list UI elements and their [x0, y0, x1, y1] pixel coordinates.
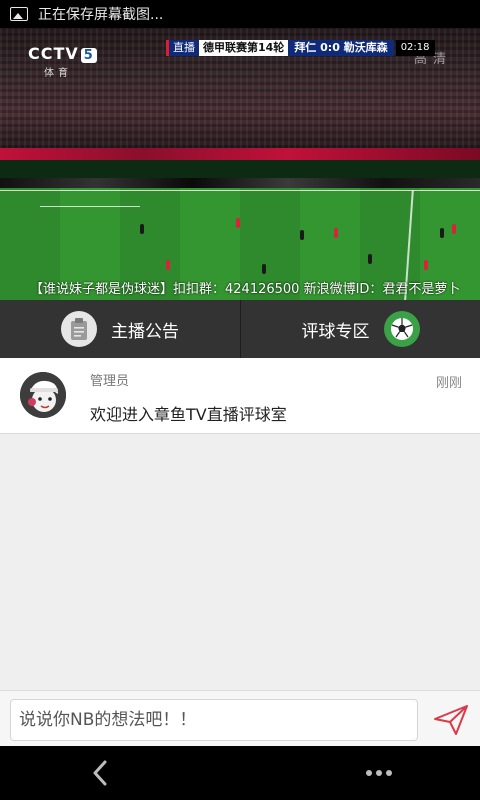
tab-announcement[interactable]: 主播公告 [0, 300, 240, 358]
navigation-bar [0, 746, 480, 800]
clipboard-icon [61, 311, 97, 347]
message-time: 刚刚 [435, 376, 462, 391]
channel-number: 5 [80, 48, 97, 63]
channel-name: CCTV [28, 44, 79, 63]
soccer-ball-icon [383, 311, 420, 347]
player [166, 260, 170, 270]
scrolling-ticker: 【谁说妹子都是伪球迷】扣扣群：424126500 新浪微博ID：君君不是萝卜 [30, 282, 461, 297]
status-bar: 正在保存屏幕截图... [0, 0, 480, 28]
player [140, 224, 144, 234]
league-label: 德甲联赛第14轮 [199, 40, 289, 56]
player [300, 230, 304, 240]
tab-announcement-label: 主播公告 [111, 321, 179, 342]
more-icon[interactable] [364, 760, 394, 786]
player [440, 228, 444, 238]
chat-message: 管理员 刚刚 欢迎进入章鱼TV直播评球室 [0, 358, 480, 434]
pitch-line-box [40, 206, 140, 207]
channel-logo: CCTV 5 [28, 44, 97, 63]
player [424, 260, 428, 270]
admin-avatar[interactable] [20, 372, 66, 418]
send-icon[interactable] [432, 703, 470, 737]
back-icon[interactable] [86, 758, 116, 788]
player [368, 254, 372, 264]
tab-comment-zone-label: 评球专区 [301, 321, 370, 342]
match-clock: 02:18 [395, 40, 435, 56]
player [452, 224, 456, 234]
channel-subtitle: 体育 [44, 68, 72, 79]
image-icon [10, 7, 28, 21]
live-label: 直播 [166, 40, 199, 56]
tab-bar: 主播公告 评球专区 [0, 300, 480, 358]
tab-comment-zone[interactable]: 评球专区 [240, 300, 480, 358]
video-player[interactable]: CCTV 5 体育 高清 直播 德甲联赛第14轮 拜仁 0:0 勒沃库森 02:1… [0, 28, 480, 300]
chat-input[interactable]: 说说你NB的想法吧！！ [10, 699, 418, 741]
advertising-board-lower [0, 178, 480, 188]
input-bar: 说说你NB的想法吧！！ [0, 690, 480, 746]
player [334, 228, 338, 238]
score-bar: 直播 德甲联赛第14轮 拜仁 0:0 勒沃库森 02:18 [166, 40, 435, 56]
player [262, 264, 266, 274]
score-label: 拜仁 0:0 勒沃库森 [288, 40, 394, 56]
status-notification: 正在保存屏幕截图... [38, 7, 164, 23]
advertising-board [0, 148, 480, 160]
player [236, 218, 240, 228]
touchline [0, 190, 480, 191]
message-author: 管理员 [90, 374, 130, 389]
message-text: 欢迎进入章鱼TV直播评球室 [90, 405, 287, 424]
